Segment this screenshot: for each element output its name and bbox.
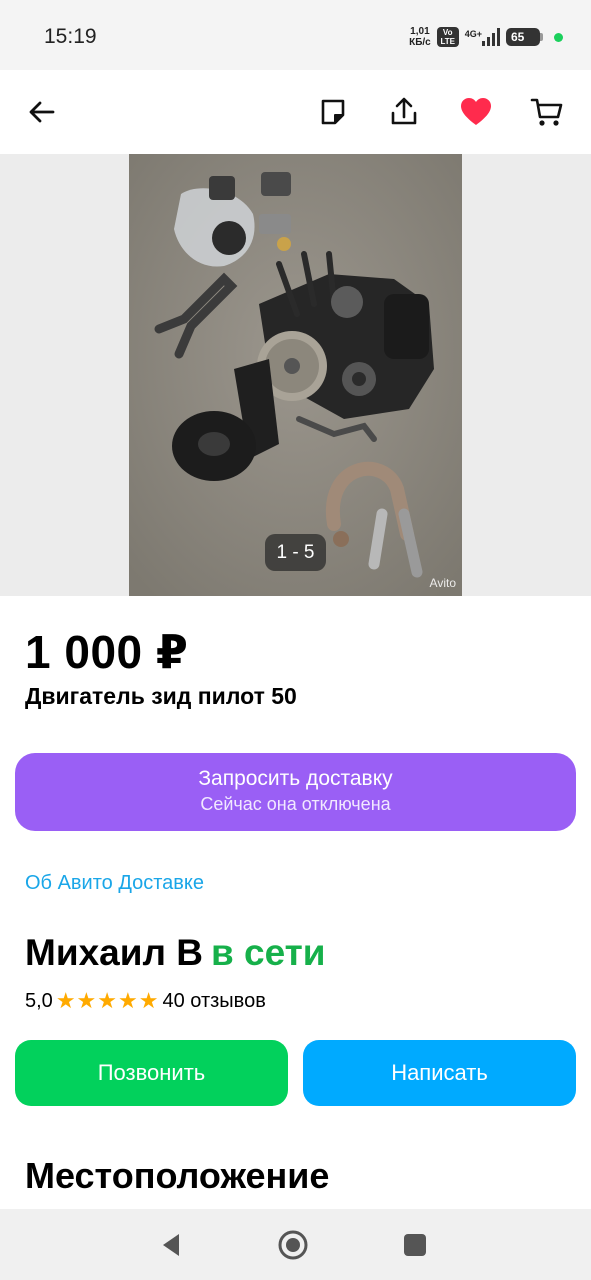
share-button[interactable] <box>382 90 426 134</box>
write-button[interactable]: Написать <box>303 1040 576 1106</box>
listing-photo[interactable]: Avito <box>129 154 462 596</box>
nav-recents-button[interactable] <box>397 1227 433 1263</box>
circle-home-icon <box>278 1230 308 1260</box>
network-type: 4G+ <box>464 29 482 39</box>
seller-name: Михаил В <box>25 932 203 973</box>
net-speed-unit: КБ/с <box>409 37 431 48</box>
seller-header[interactable]: Михаил Вв сети <box>25 932 326 974</box>
cart-button[interactable] <box>525 90 569 134</box>
back-button[interactable] <box>20 90 64 134</box>
favorite-button[interactable] <box>454 90 498 134</box>
system-nav-bar <box>0 1209 591 1280</box>
status-indicators: 1,01 КБ/с Vo LTE 4G+ 65 <box>409 24 563 50</box>
photo-gallery[interactable]: Avito 1 - 5 <box>0 154 591 596</box>
delivery-button-sublabel: Сейчас она отключена <box>200 794 391 814</box>
battery-icon: 65 <box>506 28 543 46</box>
net-speed-value: 1,01 <box>410 26 430 37</box>
location-section-title: Местоположение <box>25 1155 330 1196</box>
cart-icon <box>530 98 563 126</box>
heart-icon <box>461 98 491 125</box>
listing-price: 1 000 ₽ <box>25 626 189 678</box>
rating-value: 5,0 <box>25 989 53 1012</box>
note-icon <box>321 99 345 125</box>
volte-top: Vo <box>442 28 453 37</box>
rating-stars: ★ ★ ★ ★ ★ <box>56 988 160 1014</box>
note-button[interactable] <box>311 90 355 134</box>
photo-counter: 1 - 5 <box>265 534 326 571</box>
about-delivery-link[interactable]: Об Авито Доставке <box>25 872 204 895</box>
signal-icon <box>482 28 500 46</box>
reviews-count: 40 отзывов <box>162 989 266 1012</box>
battery-level: 65 <box>511 30 525 44</box>
volte-icon: Vo LTE <box>436 27 459 47</box>
star-icon: ★ <box>138 988 159 1013</box>
delivery-button-label: Запросить доставку <box>198 767 393 790</box>
nav-back-button[interactable] <box>153 1227 189 1263</box>
listing-title: Двигатель зид пилот 50 <box>25 683 297 709</box>
triangle-back-icon <box>163 1234 179 1256</box>
star-icon: ★ <box>76 988 97 1013</box>
call-button[interactable]: Позвонить <box>15 1040 288 1106</box>
arrow-left-icon <box>29 101 55 123</box>
net-speed: 1,01 КБ/с <box>409 26 431 48</box>
star-icon: ★ <box>55 988 76 1013</box>
square-recents-icon <box>404 1234 426 1256</box>
request-delivery-button[interactable]: Запросить доставку Сейчас она отключена <box>15 753 576 831</box>
status-dot <box>554 32 563 42</box>
share-icon <box>391 97 417 125</box>
nav-home-button[interactable] <box>275 1227 311 1263</box>
status-time: 15:19 <box>44 25 97 48</box>
star-icon: ★ <box>118 988 138 1013</box>
seller-rating[interactable]: 5,0 ★ ★ ★ ★ ★ 40 отзывов <box>25 988 266 1014</box>
volte-bottom: LTE <box>440 37 455 46</box>
star-icon: ★ <box>97 988 118 1013</box>
signal-group: 4G+ <box>465 28 500 46</box>
top-toolbar <box>0 70 591 154</box>
avito-watermark: Avito <box>429 576 456 590</box>
engine-photo-illustration <box>129 154 462 596</box>
status-bar: 15:19 1,01 КБ/с Vo LTE 4G+ 65 <box>0 0 591 70</box>
online-status: в сети <box>210 932 326 973</box>
